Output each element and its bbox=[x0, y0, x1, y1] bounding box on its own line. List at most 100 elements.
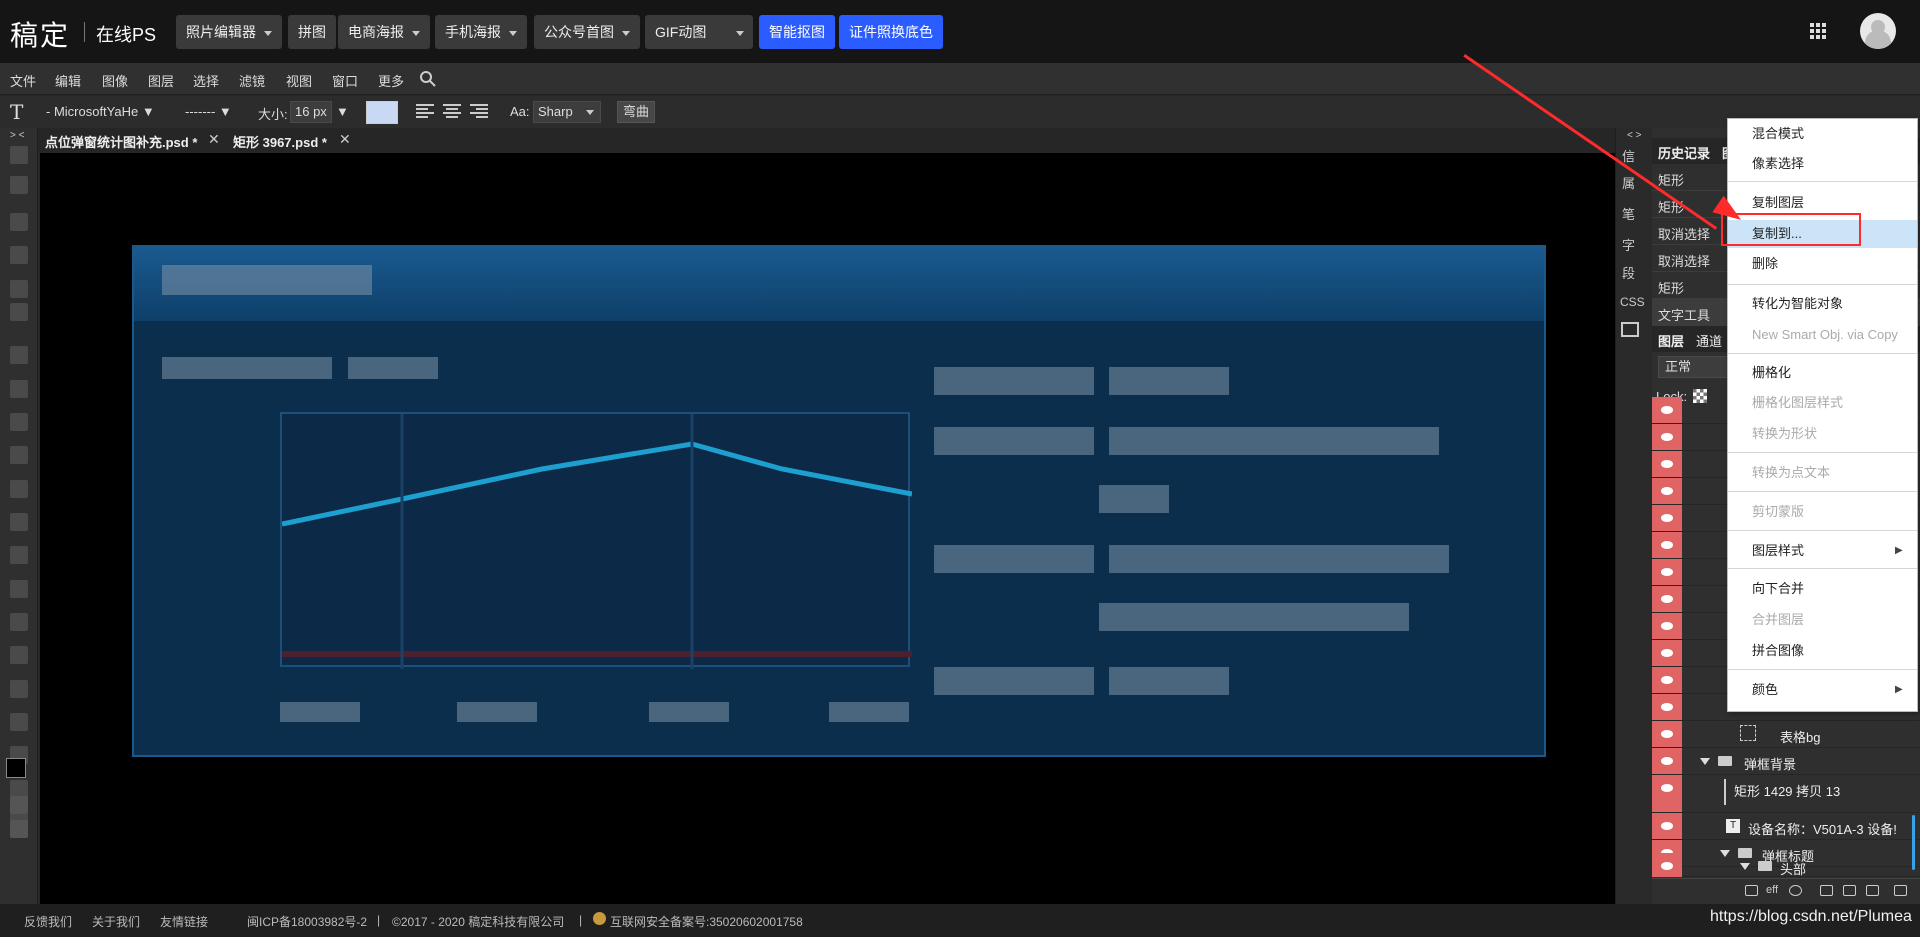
site-subtitle[interactable]: 在线PS bbox=[96, 21, 156, 47]
align-center-icon[interactable] bbox=[443, 104, 461, 120]
strip-character-button[interactable]: 字 bbox=[1622, 235, 1635, 254]
footer-about-link[interactable]: 关于我们 bbox=[92, 913, 140, 930]
quick-mask-icon[interactable] bbox=[10, 796, 28, 814]
eye-icon[interactable] bbox=[1652, 694, 1682, 720]
layer-mask-icon[interactable] bbox=[1820, 885, 1833, 896]
brush-tool-icon[interactable] bbox=[10, 413, 28, 431]
pen-tool-icon[interactable] bbox=[10, 646, 28, 664]
move-tool-icon[interactable] bbox=[10, 146, 28, 164]
warp-text-button[interactable]: 弯曲 bbox=[617, 101, 655, 123]
history-brush-icon[interactable] bbox=[10, 480, 28, 498]
menu-convert-to-point-text[interactable]: 转换为点文本 bbox=[1728, 460, 1917, 485]
blend-mode-select[interactable]: 正常 bbox=[1658, 356, 1730, 378]
tab-history[interactable]: 历史记录 bbox=[1658, 143, 1710, 162]
eye-icon[interactable] bbox=[1652, 640, 1682, 666]
user-avatar[interactable] bbox=[1860, 13, 1896, 49]
font-size-input[interactable]: 16 px bbox=[290, 101, 332, 123]
layers-scrollbar[interactable] bbox=[1912, 815, 1915, 870]
menu-merge-layers[interactable]: 合并图层 bbox=[1728, 607, 1917, 632]
layer-row[interactable]: 表格bg bbox=[1652, 721, 1920, 748]
menu-duplicate-layer[interactable]: 复制图层 bbox=[1728, 190, 1917, 215]
nav-gif[interactable]: GIF动图 bbox=[645, 15, 753, 49]
foreground-color-swatch[interactable] bbox=[6, 758, 26, 778]
eye-icon[interactable] bbox=[1652, 586, 1682, 612]
menu-flatten-image[interactable]: 拼合图像 bbox=[1728, 638, 1917, 663]
lasso-tool-icon[interactable] bbox=[10, 213, 28, 231]
menu-rasterize-layer-style[interactable]: 栅格化图层样式 bbox=[1728, 390, 1917, 415]
menu-convert-to-shape[interactable]: 转换为形状 bbox=[1728, 421, 1917, 446]
eye-icon[interactable] bbox=[1652, 853, 1682, 877]
menu-filter[interactable]: 滤镜 bbox=[239, 71, 265, 90]
menu-more[interactable]: 更多 bbox=[378, 71, 404, 90]
strip-paragraph-button[interactable]: 段 bbox=[1622, 263, 1635, 282]
tab-document-2[interactable]: 矩形 3967.psd * bbox=[233, 132, 327, 151]
crop-tool-icon[interactable] bbox=[10, 280, 28, 298]
layer-row[interactable]: T 设备名称：V501A-3 设备! bbox=[1652, 813, 1920, 840]
layer-group-row[interactable]: 弹框背景 bbox=[1652, 748, 1920, 775]
eye-icon[interactable] bbox=[1652, 813, 1682, 839]
layer-effects-button[interactable]: eff bbox=[1766, 884, 1778, 896]
eraser-tool-icon[interactable] bbox=[10, 513, 28, 531]
menu-image[interactable]: 图像 bbox=[102, 71, 128, 90]
footer-icp[interactable]: 闽ICP备18003982号-2 bbox=[247, 913, 367, 930]
eye-icon[interactable] bbox=[1652, 397, 1682, 423]
healing-tool-icon[interactable] bbox=[10, 380, 28, 398]
font-style-select[interactable]: ------- ▼ bbox=[185, 104, 232, 119]
tab-layers[interactable]: 图层 bbox=[1658, 331, 1684, 350]
text-color-swatch[interactable] bbox=[366, 101, 398, 124]
nav-id-photo-bg[interactable]: 证件照换底色 bbox=[839, 15, 943, 49]
footer-police-record[interactable]: 互联网安全备案号:35020602001758 bbox=[610, 913, 803, 930]
new-group-icon[interactable] bbox=[1843, 885, 1856, 896]
eye-icon[interactable] bbox=[1652, 532, 1682, 558]
canvas-area[interactable] bbox=[40, 153, 1615, 904]
menu-select[interactable]: 选择 bbox=[193, 71, 219, 90]
menu-merge-down[interactable]: 向下合并 bbox=[1728, 576, 1917, 601]
tab-document-1[interactable]: 点位弹窗统计图补充.psd * bbox=[45, 132, 197, 151]
nav-ecommerce-poster[interactable]: 电商海报 bbox=[338, 15, 430, 49]
eye-icon[interactable] bbox=[1652, 424, 1682, 450]
menu-layer[interactable]: 图层 bbox=[148, 71, 174, 90]
image-icon[interactable] bbox=[1621, 322, 1639, 337]
dodge-tool-icon[interactable] bbox=[10, 613, 28, 631]
antialias-select[interactable]: Sharp bbox=[533, 101, 601, 123]
eye-icon[interactable] bbox=[1652, 748, 1682, 774]
trash-icon[interactable] bbox=[1894, 885, 1907, 896]
new-layer-icon[interactable] bbox=[1866, 885, 1879, 896]
menu-blend-mode[interactable]: 混合模式 bbox=[1728, 121, 1917, 146]
eye-icon[interactable] bbox=[1652, 505, 1682, 531]
expand-triangle-icon[interactable] bbox=[1700, 758, 1710, 765]
eye-icon[interactable] bbox=[1652, 559, 1682, 585]
layer-group-row[interactable]: 头部 bbox=[1652, 853, 1920, 877]
eyedropper-tool-icon[interactable] bbox=[10, 346, 28, 364]
font-family-select[interactable]: - MicrosoftYaHe ▼ bbox=[46, 104, 155, 119]
eye-icon[interactable] bbox=[1652, 613, 1682, 639]
blur-tool-icon[interactable] bbox=[10, 580, 28, 598]
footer-friends-link[interactable]: 友情链接 bbox=[160, 913, 208, 930]
menu-window[interactable]: 窗口 bbox=[332, 71, 358, 90]
menu-delete[interactable]: 删除 bbox=[1728, 251, 1917, 276]
footer-feedback-link[interactable]: 反馈我们 bbox=[24, 913, 72, 930]
menu-color[interactable]: 颜色 bbox=[1728, 677, 1917, 702]
layer-row[interactable]: 矩形 1429 拷贝 13 bbox=[1652, 775, 1920, 813]
eye-icon[interactable] bbox=[1652, 721, 1682, 747]
nav-mobile-poster[interactable]: 手机海报 bbox=[435, 15, 527, 49]
font-size-dropdown[interactable]: ▼ bbox=[336, 104, 349, 119]
gradient-tool-icon[interactable] bbox=[10, 546, 28, 564]
nav-collage[interactable]: 拼图 bbox=[288, 15, 336, 49]
align-right-icon[interactable] bbox=[470, 104, 488, 120]
menu-rasterize[interactable]: 栅格化 bbox=[1728, 360, 1917, 385]
eye-icon[interactable] bbox=[1652, 775, 1682, 812]
eye-icon[interactable] bbox=[1652, 667, 1682, 693]
apps-grid-icon[interactable] bbox=[1810, 23, 1826, 39]
strip-css-button[interactable]: CSS bbox=[1620, 295, 1645, 309]
site-logo[interactable]: 稿定 bbox=[10, 14, 70, 54]
link-layers-icon[interactable] bbox=[1745, 885, 1758, 896]
clone-tool-icon[interactable] bbox=[10, 446, 28, 464]
menu-file[interactable]: 文件 bbox=[10, 71, 36, 90]
type-tool-icon[interactable] bbox=[10, 680, 28, 698]
nav-photo-editor[interactable]: 照片编辑器 bbox=[176, 15, 282, 49]
screen-mode-icon[interactable] bbox=[10, 820, 28, 838]
menu-view[interactable]: 视图 bbox=[286, 71, 312, 90]
collapse-panels-icon[interactable]: < > bbox=[1627, 130, 1641, 141]
eye-icon[interactable] bbox=[1652, 478, 1682, 504]
